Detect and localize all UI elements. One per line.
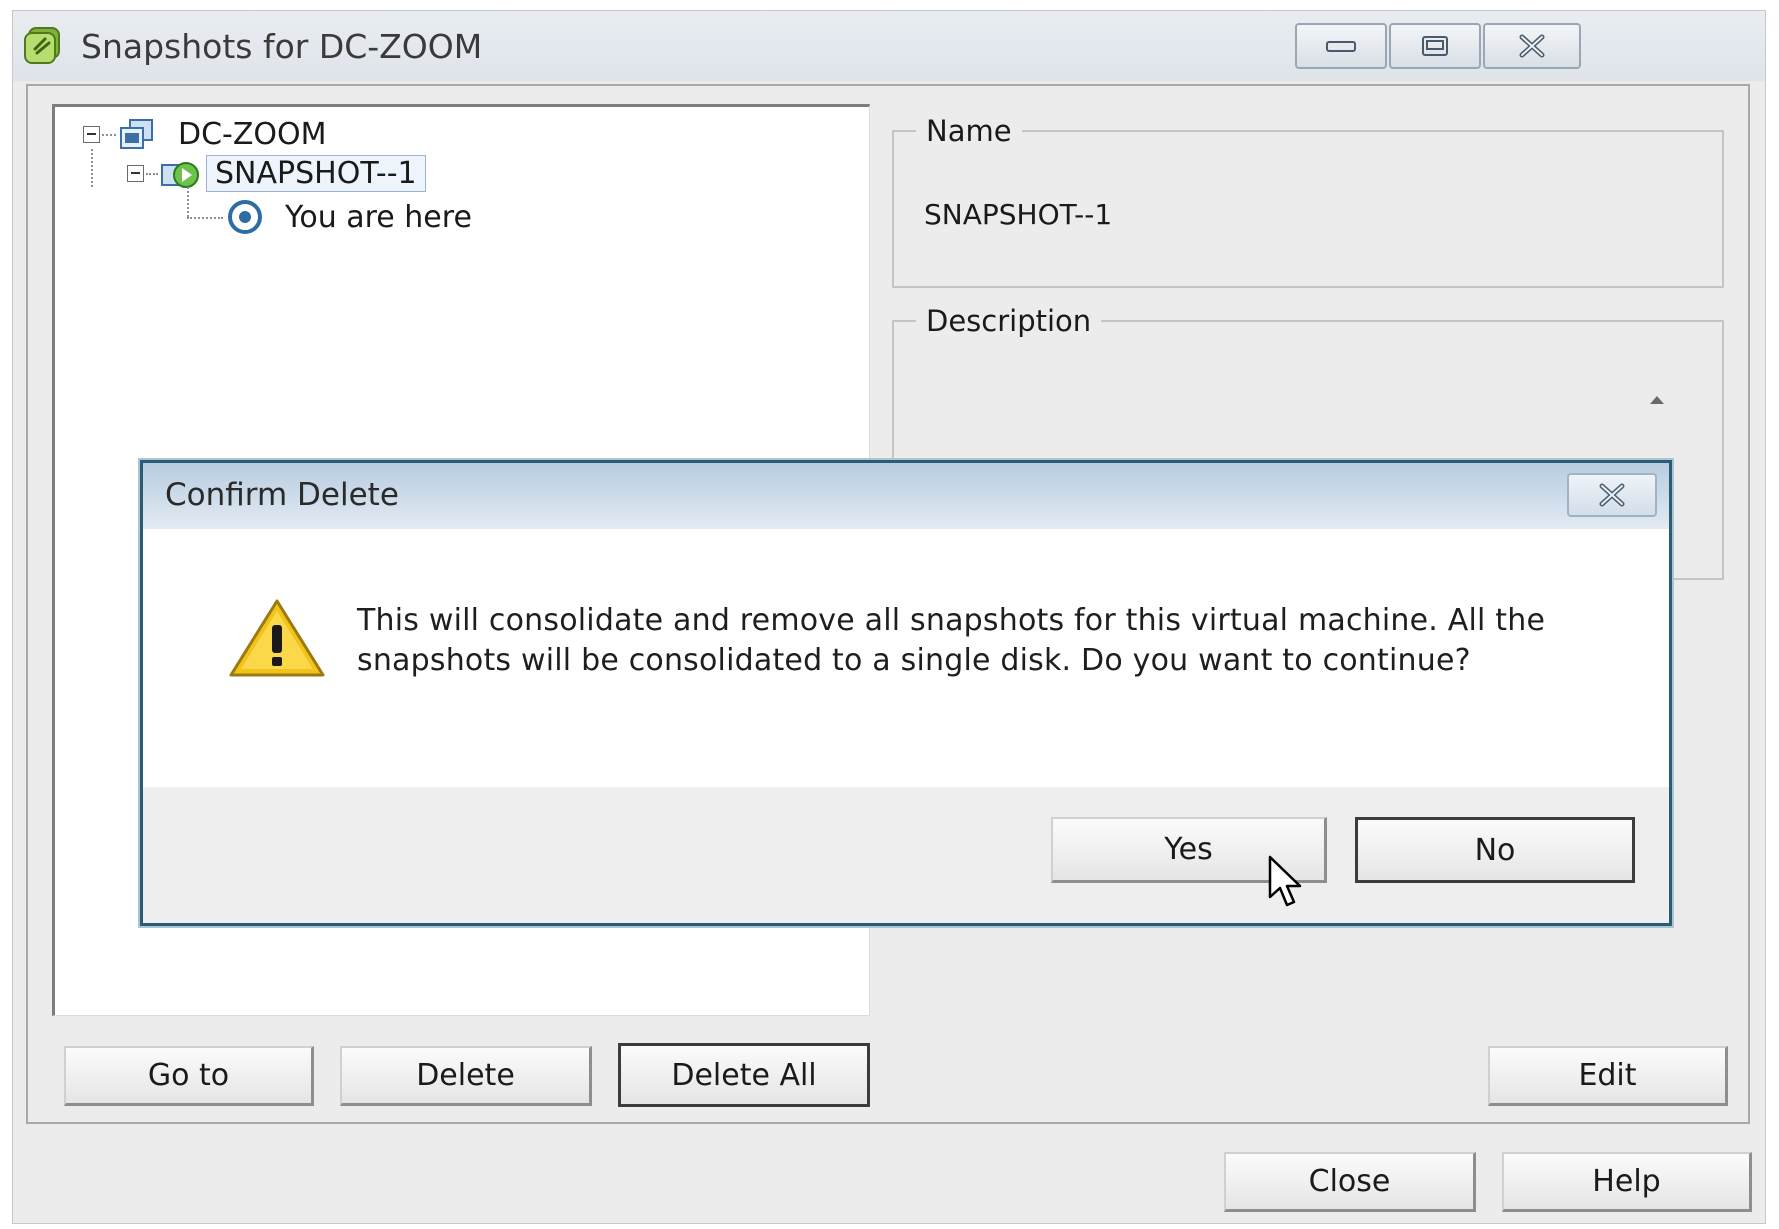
dialog-message: This will consolidate and remove all sna… — [357, 603, 1546, 678]
name-value[interactable]: SNAPSHOT--1 — [924, 198, 1112, 231]
name-group: Name SNAPSHOT--1 — [892, 114, 1724, 288]
collapse-icon[interactable] — [83, 126, 100, 143]
delete-button[interactable]: Delete — [340, 1046, 592, 1106]
tree-node-current-state[interactable]: You are here — [225, 197, 472, 237]
dialog-close-button[interactable] — [1567, 473, 1657, 517]
confirm-delete-dialog: Confirm Delete This will consolidate and… — [140, 460, 1672, 926]
tree-connector — [187, 217, 223, 220]
tree-connector — [187, 187, 190, 217]
collapse-icon[interactable] — [127, 165, 144, 182]
you-are-here-icon — [228, 200, 262, 234]
close-icon — [1519, 34, 1545, 58]
window-title: Snapshots for DC-ZOOM — [81, 27, 483, 66]
warning-icon — [229, 599, 325, 677]
vsphere-app-icon — [24, 27, 60, 64]
virtual-machine-icon — [120, 118, 153, 149]
tree-current-label: You are here — [285, 199, 472, 235]
go-to-button[interactable]: Go to — [64, 1046, 314, 1106]
tree-root-label: DC-ZOOM — [178, 117, 327, 152]
minimize-icon — [1326, 41, 1356, 52]
dialog-titlebar[interactable]: Confirm Delete — [143, 463, 1669, 529]
window-close-button[interactable] — [1483, 23, 1581, 69]
tree-node-snapshot[interactable]: SNAPSHOT--1 — [127, 155, 426, 192]
name-label: Name — [926, 114, 1012, 148]
close-button[interactable]: Close — [1224, 1152, 1476, 1212]
delete-all-button[interactable]: Delete All — [618, 1043, 870, 1107]
no-button[interactable]: No — [1355, 817, 1635, 883]
minimize-button[interactable] — [1295, 23, 1387, 69]
snapshot-icon — [161, 161, 199, 188]
close-icon — [1599, 483, 1625, 507]
mouse-cursor-icon — [1268, 855, 1302, 907]
maximize-icon — [1422, 36, 1448, 56]
tree-node-root[interactable]: DC-ZOOM — [83, 117, 327, 152]
window-titlebar[interactable]: Snapshots for DC-ZOOM — [13, 11, 1765, 81]
description-label: Description — [926, 304, 1092, 338]
maximize-button[interactable] — [1389, 23, 1481, 69]
dialog-footer: Yes No — [143, 787, 1669, 923]
tree-connector — [91, 149, 94, 187]
tree-snapshot-label[interactable]: SNAPSHOT--1 — [206, 155, 426, 192]
edit-button[interactable]: Edit — [1488, 1046, 1728, 1106]
dialog-title: Confirm Delete — [165, 477, 399, 513]
dialog-body: This will consolidate and remove all sna… — [143, 529, 1669, 787]
help-button[interactable]: Help — [1502, 1152, 1752, 1212]
